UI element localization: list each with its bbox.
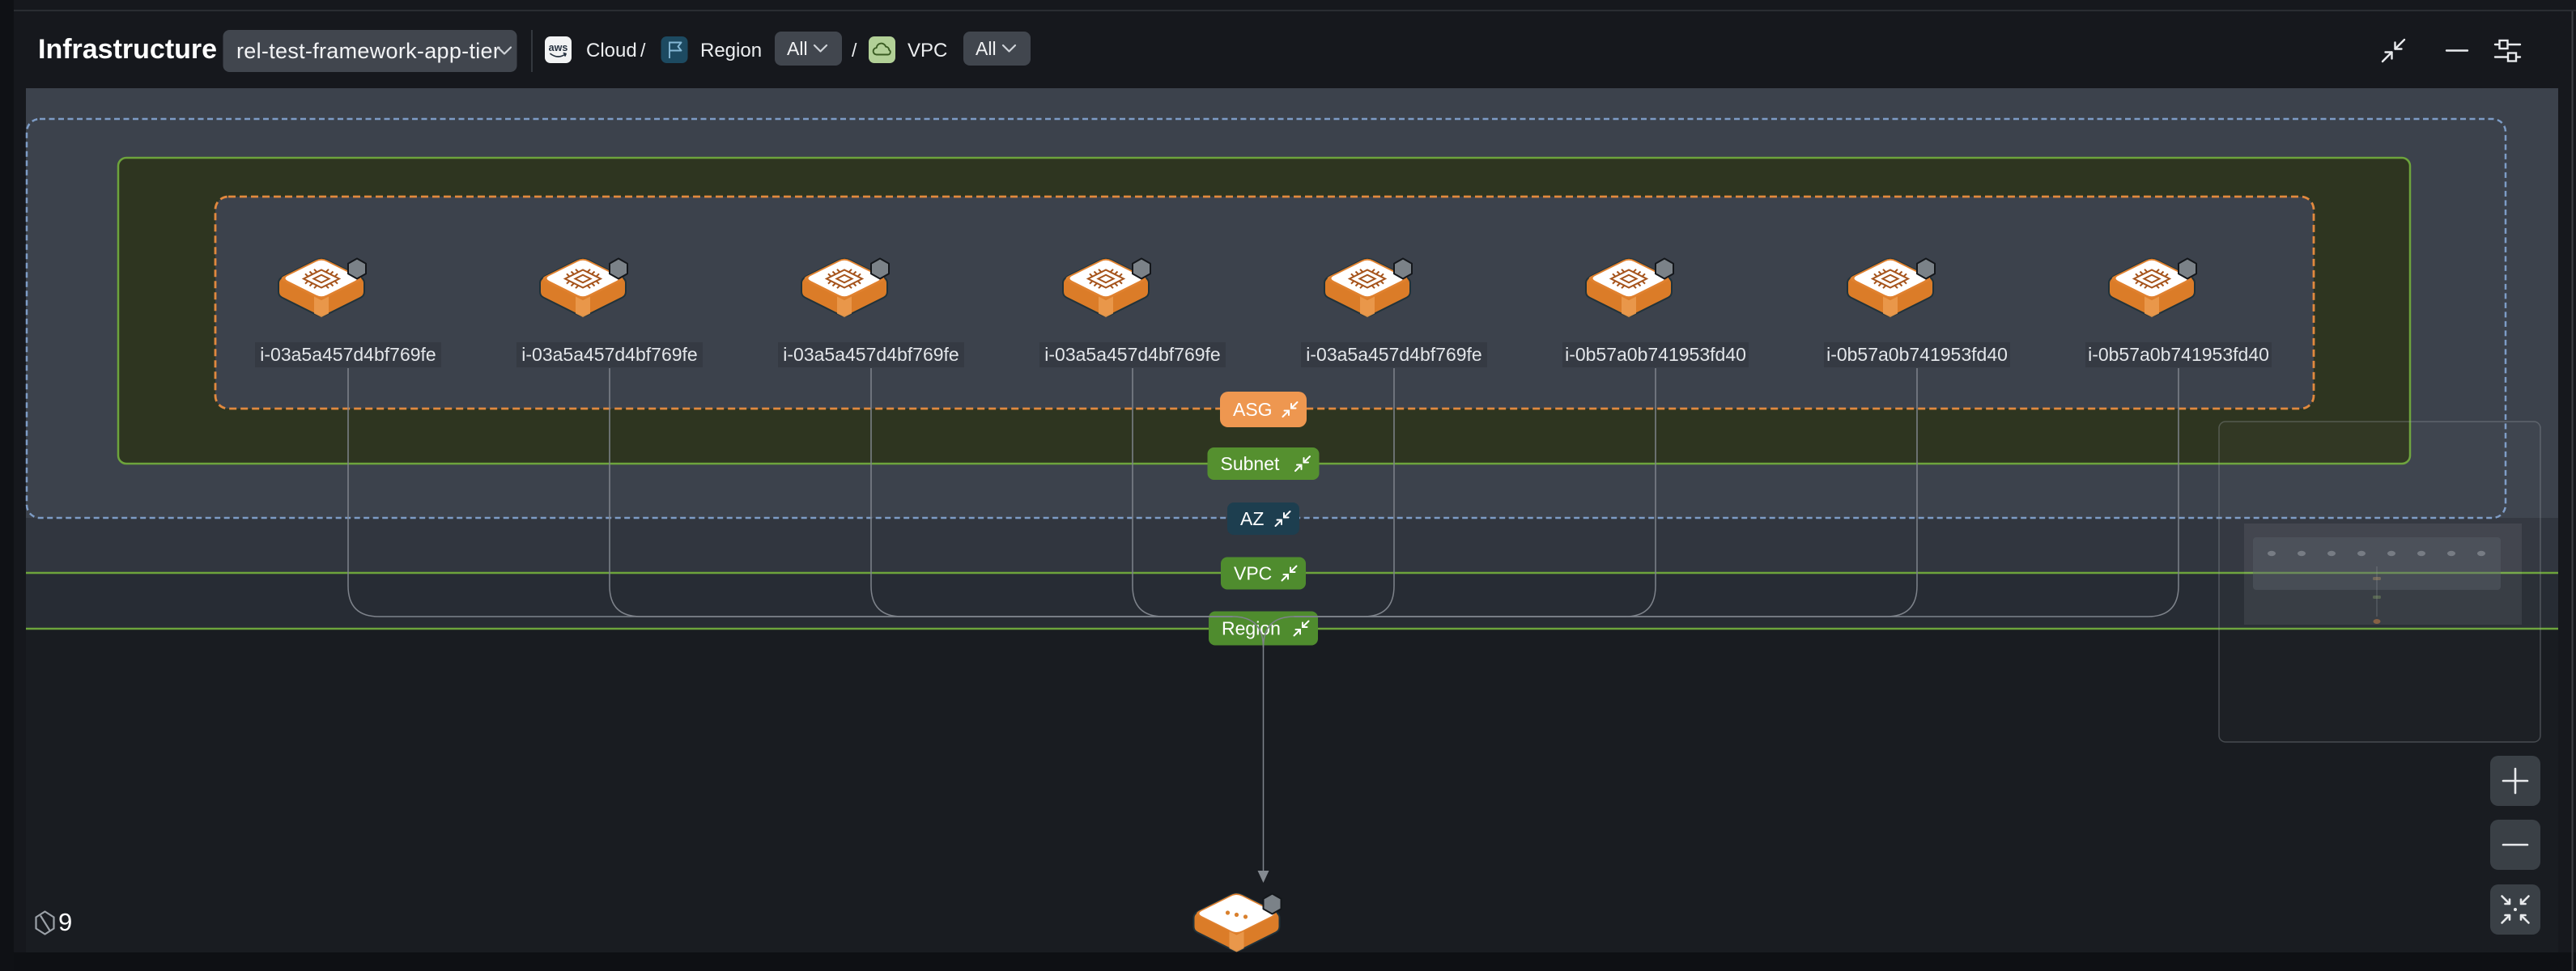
svg-text:i-0b57a0b741953fd40: i-0b57a0b741953fd40	[1826, 344, 2008, 365]
svg-text:i-0b57a0b741953fd40: i-0b57a0b741953fd40	[1565, 344, 1746, 365]
svg-text:All: All	[976, 38, 997, 59]
svg-text:All: All	[787, 38, 808, 59]
svg-text:i-03a5a457d4bf769fe: i-03a5a457d4bf769fe	[260, 344, 436, 365]
svg-text:/: /	[640, 40, 646, 61]
svg-text:rel-test-framework-app-tier: rel-test-framework-app-tier	[236, 39, 500, 63]
svg-text:i-03a5a457d4bf769fe: i-03a5a457d4bf769fe	[1044, 344, 1220, 365]
svg-text:/: /	[852, 40, 857, 61]
svg-text:i-03a5a457d4bf769fe: i-03a5a457d4bf769fe	[1306, 344, 1481, 365]
svg-text:Subnet: Subnet	[1221, 453, 1281, 474]
svg-text:Region: Region	[700, 40, 762, 61]
svg-text:i-0b57a0b741953fd40: i-0b57a0b741953fd40	[2088, 344, 2269, 365]
svg-text:ASG: ASG	[1233, 399, 1273, 420]
svg-text:i-03a5a457d4bf769fe: i-03a5a457d4bf769fe	[521, 344, 697, 365]
svg-text:VPC: VPC	[908, 40, 947, 61]
svg-text:aws: aws	[549, 42, 568, 53]
svg-text:Infrastructure: Infrastructure	[38, 34, 217, 65]
svg-text:Cloud: Cloud	[586, 40, 637, 61]
svg-text:AZ: AZ	[1240, 508, 1264, 529]
svg-text:VPC: VPC	[1234, 563, 1272, 584]
svg-text:9: 9	[58, 908, 72, 936]
svg-text:i-03a5a457d4bf769fe: i-03a5a457d4bf769fe	[783, 344, 959, 365]
